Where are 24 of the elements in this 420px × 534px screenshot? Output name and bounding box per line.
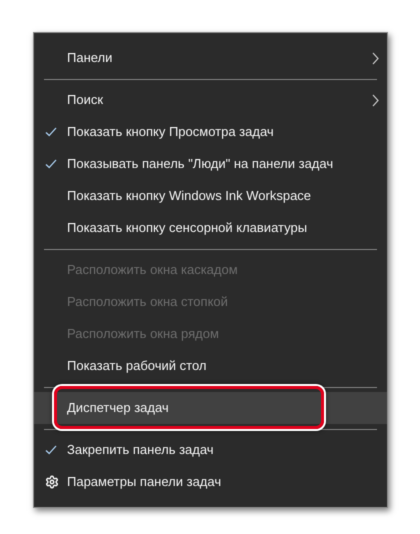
menu-item-label: Расположить окна стопкой: [67, 293, 229, 312]
menu-item-label: Параметры панели задач: [67, 473, 222, 492]
menu-item-label: Показать рабочий стол: [67, 357, 208, 376]
menu-item[interactable]: Показать кнопку Windows Ink Workspace: [34, 180, 387, 212]
menu-item[interactable]: Диспетчер задач: [34, 392, 387, 424]
menu-item-label: Показать кнопку сенсорной клавиатуры: [67, 219, 308, 238]
menu-item-label: Диспетчер задач: [67, 399, 170, 418]
menu-item-label: Расположить окна рядом: [67, 325, 220, 344]
menu-item-label: Показывать панель "Люди" на панели задач: [67, 155, 334, 174]
menu-item[interactable]: Параметры панели задач: [34, 466, 387, 498]
menu-item-label: Показать кнопку Windows Ink Workspace: [67, 187, 312, 206]
menu-item[interactable]: Показать кнопку Просмотра задач: [34, 116, 387, 148]
menu-item[interactable]: Поиск: [34, 84, 387, 116]
menu-item[interactable]: Панели: [34, 42, 387, 74]
menu-item-label: Закрепить панель задач: [67, 441, 215, 460]
menu-item[interactable]: Показать рабочий стол: [34, 350, 387, 382]
menu-item-label: Расположить окна каскадом: [67, 261, 239, 280]
menu-item-label: Поиск: [67, 91, 104, 110]
settings-icon: [45, 475, 59, 489]
menu-item-label: Показать кнопку Просмотра задач: [67, 123, 275, 142]
menu-item-label: Панели: [67, 49, 114, 68]
menu-item[interactable]: Показать кнопку сенсорной клавиатуры: [34, 212, 387, 244]
menu-item[interactable]: Закрепить панель задач: [34, 434, 387, 466]
menu-item[interactable]: Показывать панель "Люди" на панели задач: [34, 148, 387, 180]
